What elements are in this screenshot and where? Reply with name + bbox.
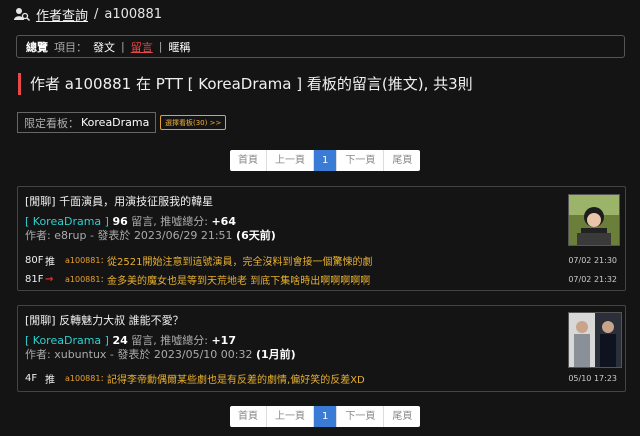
comment-floor: 81F	[25, 273, 44, 285]
current-page-button[interactable]: 1	[314, 150, 338, 171]
board-filter-value: KoreaDrama	[81, 116, 150, 129]
comment-tag: 推	[45, 256, 55, 268]
prev-page-button[interactable]: 上一頁	[267, 406, 314, 427]
comment-user-link[interactable]: a100881	[65, 374, 100, 383]
comment-tag: →	[45, 273, 54, 285]
next-page-button[interactable]: 下一頁	[337, 406, 385, 427]
comment-row: 81F → a100881: 金多美的魔女也是等到天荒地老 到底下集啥時出啊啊啊…	[25, 272, 617, 287]
post-title-link[interactable]: [閒聊] 千面演員，用演技征服我的韓星	[25, 193, 213, 209]
post-date: 2023/05/10 00:32	[153, 348, 253, 361]
first-page-button[interactable]: 首頁	[230, 150, 267, 171]
post-author-label: 作者:	[25, 348, 51, 361]
nav-overview-link[interactable]: 總覽	[26, 39, 48, 55]
comment-text: 從2521開始注意到這號演員，完全沒料到會接一個驚悚的劇	[107, 256, 373, 268]
nav-separator: |	[158, 40, 163, 53]
pagination-top: 首頁 上一頁 1 下一頁 尾頁	[230, 150, 421, 171]
post-ago: (1月前)	[256, 348, 296, 361]
comment-user-link[interactable]: a100881	[65, 275, 100, 284]
breadcrumb-current: a100881	[104, 6, 162, 22]
breadcrumb-separator: /	[94, 6, 99, 22]
post-card: [閒聊] 千面演員，用演技征服我的韓星 [ KoreaDrama ] 96 留言…	[17, 186, 626, 291]
post-author-link[interactable]: e8rup	[54, 229, 86, 242]
nav-separator: |	[121, 40, 125, 53]
comment-time: 07/02 21:30	[568, 255, 617, 265]
comment-text: 記得李帝勳偶爾某些劇也是有反差的劇情,偏好笑的反差XD	[107, 374, 365, 386]
nav-nicknames-link[interactable]: 暱稱	[168, 39, 190, 55]
post-author-label: 作者:	[25, 229, 51, 242]
post-date: 2023/06/29 21:51	[133, 229, 233, 242]
current-page-button[interactable]: 1	[314, 406, 338, 427]
thumbnail-image	[569, 195, 619, 245]
user-search-icon	[14, 8, 30, 21]
post-author-link[interactable]: xubuntux	[54, 348, 106, 361]
comment-floor: 80F	[25, 254, 44, 266]
comment-time: 05/10 17:23	[568, 373, 617, 383]
nav-items-label: 項目：	[54, 40, 87, 54]
next-page-button[interactable]: 下一頁	[337, 150, 385, 171]
post-date-label: - 發表於	[89, 229, 131, 242]
comment-time: 07/02 21:32	[568, 274, 617, 284]
comment-tag: 推	[45, 374, 55, 386]
board-filter: 限定看板： KoreaDrama	[17, 112, 157, 133]
post-card: [閒聊] 反轉魅力大叔 誰能不愛？ [ KoreaDrama ] 24 留言, …	[17, 305, 626, 392]
pagination-bottom: 首頁 上一頁 1 下一頁 尾頁	[230, 406, 421, 427]
post-date-label: - 發表於	[109, 348, 151, 361]
post-ago: (6天前)	[236, 229, 276, 242]
post-thumbnail[interactable]	[568, 194, 620, 246]
page-title: 作者 a100881 在 PTT [ KoreaDrama ] 看板的留言(推文…	[18, 73, 473, 95]
last-page-button[interactable]: 尾頁	[384, 406, 421, 427]
nav-comments-link[interactable]: 留言	[131, 39, 153, 55]
breadcrumb: 作者查詢 / a100881	[14, 4, 162, 24]
nav-bar: 總覽 項目： 發文 | 留言 | 暱稱	[16, 35, 625, 58]
nav-posts-link[interactable]: 發文	[93, 39, 115, 55]
comment-user-link[interactable]: a100881	[65, 256, 100, 265]
post-title-link[interactable]: [閒聊] 反轉魅力大叔 誰能不愛？	[25, 312, 184, 328]
last-page-button[interactable]: 尾頁	[384, 150, 421, 171]
comment-row: 4F 推 a100881: 記得李帝勳偶爾某些劇也是有反差的劇情,偏好笑的反差X…	[25, 371, 617, 386]
comment-row: 80F 推 a100881: 從2521開始注意到這號演員，完全沒料到會接一個驚…	[25, 253, 617, 268]
first-page-button[interactable]: 首頁	[230, 406, 267, 427]
breadcrumb-author-search-link[interactable]: 作者查詢	[36, 5, 88, 24]
comment-floor: 4F	[25, 372, 38, 384]
select-board-button[interactable]: 選擇看板(30) >>	[160, 115, 227, 130]
post-thumbnail[interactable]	[568, 312, 622, 368]
board-filter-label: 限定看板：	[24, 116, 79, 130]
thumbnail-image	[569, 313, 621, 367]
prev-page-button[interactable]: 上一頁	[267, 150, 314, 171]
post-author-line: 作者: e8rup - 發表於 2023/06/29 21:51 (6天前)	[25, 227, 276, 243]
comment-text: 金多美的魔女也是等到天荒地老 到底下集啥時出啊啊啊啊啊	[107, 275, 371, 287]
post-author-line: 作者: xubuntux - 發表於 2023/05/10 00:32 (1月前…	[25, 346, 296, 362]
